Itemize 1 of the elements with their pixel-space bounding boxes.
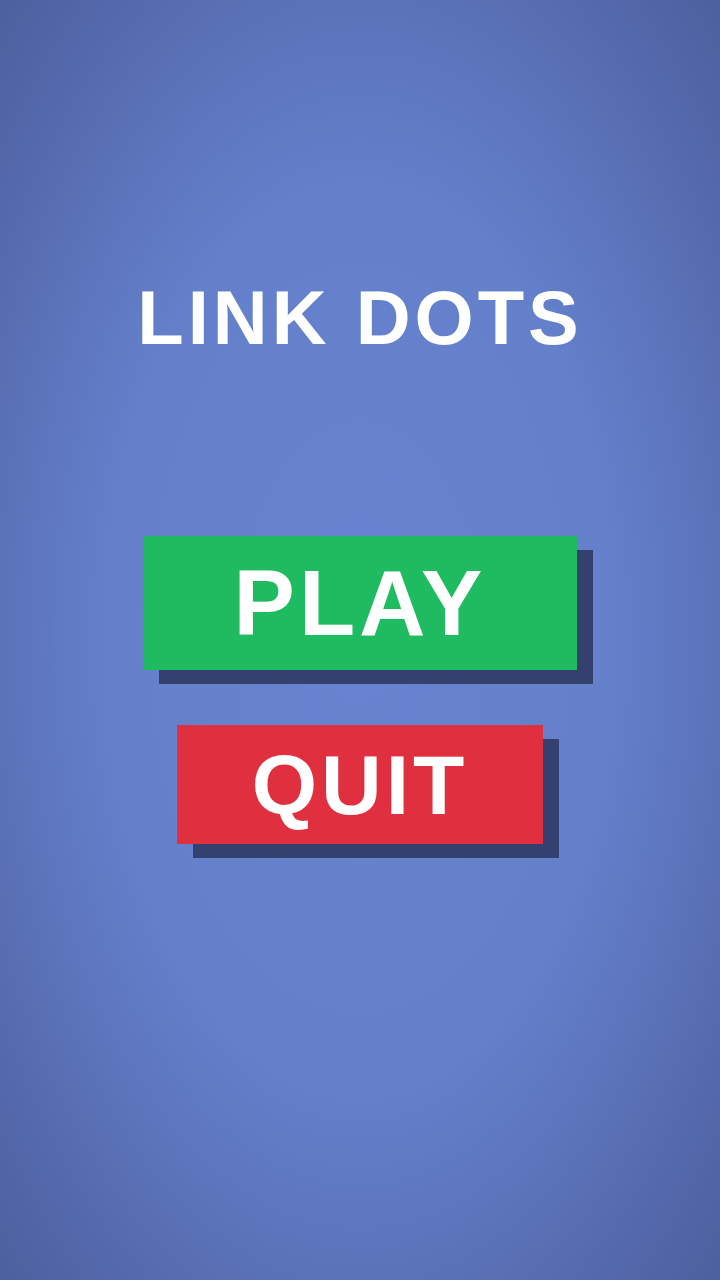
game-title: LINK DOTS	[137, 280, 583, 356]
